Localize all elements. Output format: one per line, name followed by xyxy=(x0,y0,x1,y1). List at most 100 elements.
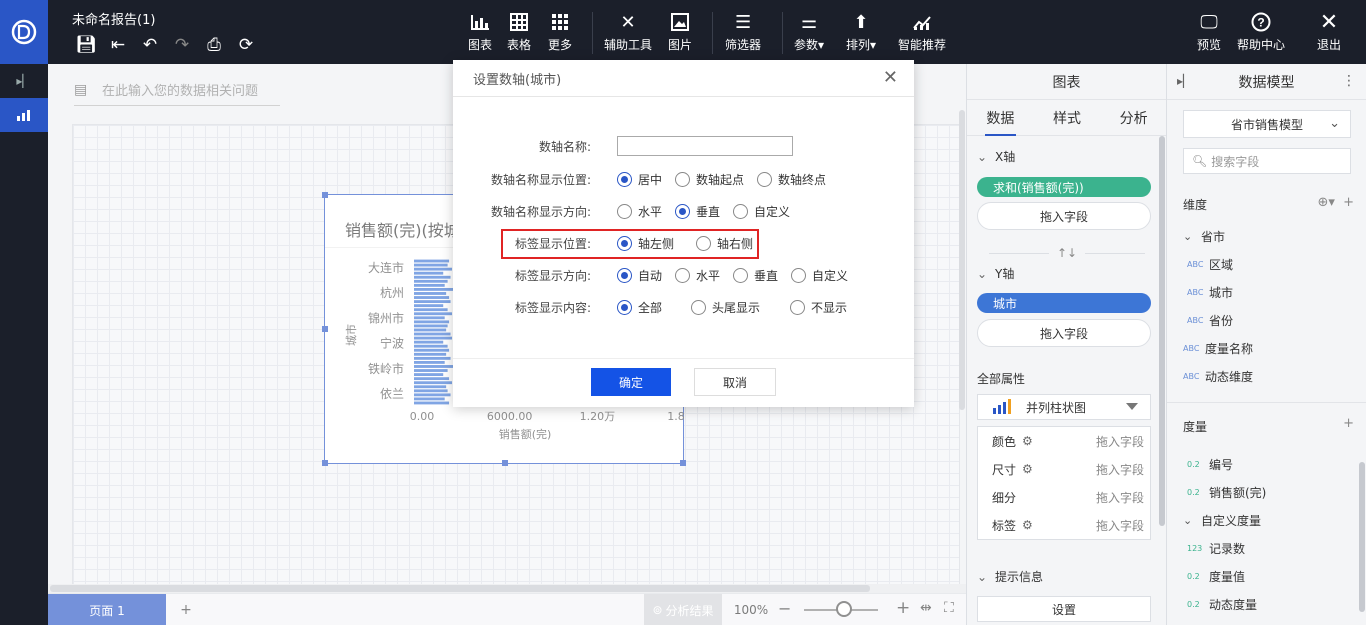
tab-style[interactable]: 样式 xyxy=(1034,100,1101,135)
chart-list-icon[interactable] xyxy=(0,98,48,132)
globe-icon[interactable]: ⊕▾ xyxy=(1318,195,1335,210)
model-panel-scrollbar[interactable] xyxy=(1359,462,1365,612)
radio-name-pos-center[interactable]: 居中 xyxy=(617,171,662,188)
table-icon xyxy=(510,10,528,34)
close-icon: ✕ xyxy=(1319,9,1339,35)
format-painter-icon[interactable]: ⎙ xyxy=(198,34,230,56)
more-options-icon[interactable]: ⋮ xyxy=(1342,73,1356,89)
svg-text:?: ? xyxy=(1257,16,1264,30)
undo-icon[interactable]: ↶ xyxy=(134,34,166,56)
help-button[interactable]: ? 帮助中心 xyxy=(1237,10,1285,53)
name-direction-row: 数轴名称显示方向: 水平 垂直 自定义 xyxy=(490,203,791,220)
text-type-icon: ABC xyxy=(1183,372,1200,381)
radio-label-dir-horizontal[interactable]: 水平 xyxy=(675,267,720,284)
toolbar-divider xyxy=(782,12,783,54)
radio-label-content-none[interactable]: 不显示 xyxy=(790,299,847,316)
dialog-title: 设置数轴(城市) xyxy=(473,72,562,88)
close-icon[interactable]: ✕ xyxy=(883,67,898,88)
report-title[interactable]: 未命名报告(1) xyxy=(72,9,155,28)
cancel-button[interactable]: 取消 xyxy=(694,368,776,396)
radio-name-dir-vertical[interactable]: 垂直 xyxy=(675,203,720,220)
model-select[interactable]: 省市销售模型 ⌄ xyxy=(1183,110,1351,138)
radio-label-dir-custom[interactable]: 自定义 xyxy=(791,267,848,284)
radio-label-content-ends[interactable]: 头尾显示 xyxy=(691,299,760,316)
add-measure-icon[interactable]: + xyxy=(1343,416,1354,431)
radio-name-pos-end[interactable]: 数轴终点 xyxy=(757,171,826,188)
name-position-row: 数轴名称显示位置: 居中 数轴起点 数轴终点 xyxy=(490,171,827,188)
y-axis-field-pill[interactable]: 城市 xyxy=(977,293,1151,313)
confirm-button[interactable]: 确定 xyxy=(591,368,671,396)
grid-dots-icon xyxy=(551,10,569,34)
save-icon[interactable]: 💾︎ xyxy=(70,34,102,56)
gear-icon[interactable]: ⚙ xyxy=(1022,518,1033,532)
collapse-panel-icon[interactable]: ▸▏ xyxy=(1177,74,1192,88)
chart-button[interactable]: 图表 xyxy=(468,10,492,53)
dimension-group[interactable]: ⌄ 省市 xyxy=(1183,228,1225,245)
radio-button-checked xyxy=(617,171,632,187)
refresh-icon[interactable]: ⟳ xyxy=(230,34,262,56)
custom-measure-group[interactable]: ⌄ 自定义度量 xyxy=(1183,512,1261,529)
exit-button[interactable]: ✕ 退出 xyxy=(1317,10,1341,53)
measure-field[interactable]: 0.2 编号 xyxy=(1187,456,1233,473)
gear-icon[interactable]: ⚙ xyxy=(1022,434,1033,448)
dimension-field[interactable]: ABC 城市 xyxy=(1187,284,1233,301)
radio-name-dir-horizontal[interactable]: 水平 xyxy=(617,203,662,220)
redo-icon[interactable]: ↷ xyxy=(166,34,198,56)
dropdown-caret-icon xyxy=(1126,403,1138,410)
expand-panel-icon[interactable]: ▸▏ xyxy=(0,64,48,98)
measure-field[interactable]: 0.2 销售额(完) xyxy=(1187,484,1266,501)
y-axis-dropzone[interactable]: 拖入字段 xyxy=(977,319,1151,347)
x-axis-header[interactable]: ⌄ X轴 xyxy=(977,148,1015,165)
arrange-icon: ⬆ xyxy=(853,11,869,33)
chevron-down-icon: ⌄ xyxy=(977,266,988,281)
back-to-start-icon[interactable]: ⇤ xyxy=(102,34,134,56)
table-button[interactable]: 表格 xyxy=(507,10,531,53)
app-logo xyxy=(0,0,48,64)
y-axis-header[interactable]: ⌄ Y轴 xyxy=(977,265,1014,282)
params-button[interactable]: ⚌ 参数▾ xyxy=(794,10,824,53)
add-icon[interactable]: + xyxy=(1343,195,1354,210)
prop-row-detail[interactable]: 细分 拖入字段 xyxy=(978,483,1152,511)
x-axis-field-pill[interactable]: 求和(销售额(完)) xyxy=(977,177,1151,197)
gear-icon[interactable]: ⚙ xyxy=(1022,462,1033,476)
preview-button[interactable]: 🖵︎ 预览 xyxy=(1197,10,1221,53)
chart-type-select[interactable]: 并列柱状图 xyxy=(977,394,1151,420)
aux-tools-button[interactable]: ✕ 辅助工具 xyxy=(604,10,652,53)
dimension-field[interactable]: ABC 度量名称 xyxy=(1183,340,1253,357)
prop-row-label[interactable]: 标签 ⚙ 拖入字段 xyxy=(978,511,1152,539)
custom-measure-field[interactable]: 123 记录数 xyxy=(1187,540,1245,557)
radio-label-pos-right[interactable]: 轴右侧 xyxy=(696,235,753,252)
custom-measure-field[interactable]: 0.2 动态度量 xyxy=(1187,596,1257,613)
tooltip-settings-button[interactable]: 设置 xyxy=(977,596,1151,622)
dimension-field[interactable]: ABC 省份 xyxy=(1187,312,1233,329)
swap-axes-button[interactable]: ↑↓ xyxy=(967,246,1167,260)
more-button[interactable]: 更多 xyxy=(548,10,572,53)
tab-analysis[interactable]: 分析 xyxy=(1100,100,1167,135)
panel-scrollbar[interactable] xyxy=(1159,136,1165,526)
data-model-panel: ▸▏ 数据模型 ⋮ 省市销售模型 ⌄ 🔍︎ 搜索字段 维度 ⊕▾ + ⌄ 省市 … xyxy=(1166,64,1366,625)
tooltip-section-header[interactable]: ⌄ 提示信息 xyxy=(977,568,1043,585)
smart-recommend-button[interactable]: 智能推荐 xyxy=(898,10,946,53)
radio-label-dir-vertical[interactable]: 垂直 xyxy=(733,267,778,284)
image-button[interactable]: 图片 xyxy=(668,10,692,53)
tab-data[interactable]: 数据 xyxy=(967,100,1034,136)
radio-name-pos-start[interactable]: 数轴起点 xyxy=(675,171,744,188)
dimension-field[interactable]: ABC 动态维度 xyxy=(1183,368,1253,385)
radio-button xyxy=(617,203,632,219)
radio-label-dir-auto[interactable]: 自动 xyxy=(617,267,662,284)
x-axis-dropzone[interactable]: 拖入字段 xyxy=(977,202,1151,230)
axis-name-input[interactable] xyxy=(617,136,793,156)
chart-settings-panel: 图表 数据 样式 分析 ⌄ X轴 求和(销售额(完)) 拖入字段 ↑↓ ⌄ Y轴… xyxy=(966,64,1167,625)
radio-label-pos-left[interactable]: 轴左侧 xyxy=(617,235,674,252)
prop-row-color[interactable]: 颜色 ⚙ 拖入字段 xyxy=(978,427,1152,455)
radio-name-dir-custom[interactable]: 自定义 xyxy=(733,203,790,220)
radio-label-content-all[interactable]: 全部 xyxy=(617,299,662,316)
filter-button[interactable]: ☰ 筛选器 xyxy=(725,10,761,53)
dimension-field[interactable]: ABC 区域 xyxy=(1187,256,1233,273)
quick-tools: 💾︎ ⇤ ↶ ↷ ⎙ ⟳ xyxy=(70,34,262,56)
sort-button[interactable]: ⬆ 排列▾ xyxy=(846,10,876,53)
dimension-tools: ⊕▾ + xyxy=(1318,195,1354,210)
prop-row-size[interactable]: 尺寸 ⚙ 拖入字段 xyxy=(978,455,1152,483)
field-search-input[interactable]: 🔍︎ 搜索字段 xyxy=(1183,148,1351,174)
custom-measure-field[interactable]: 0.2 度量值 xyxy=(1187,568,1245,585)
